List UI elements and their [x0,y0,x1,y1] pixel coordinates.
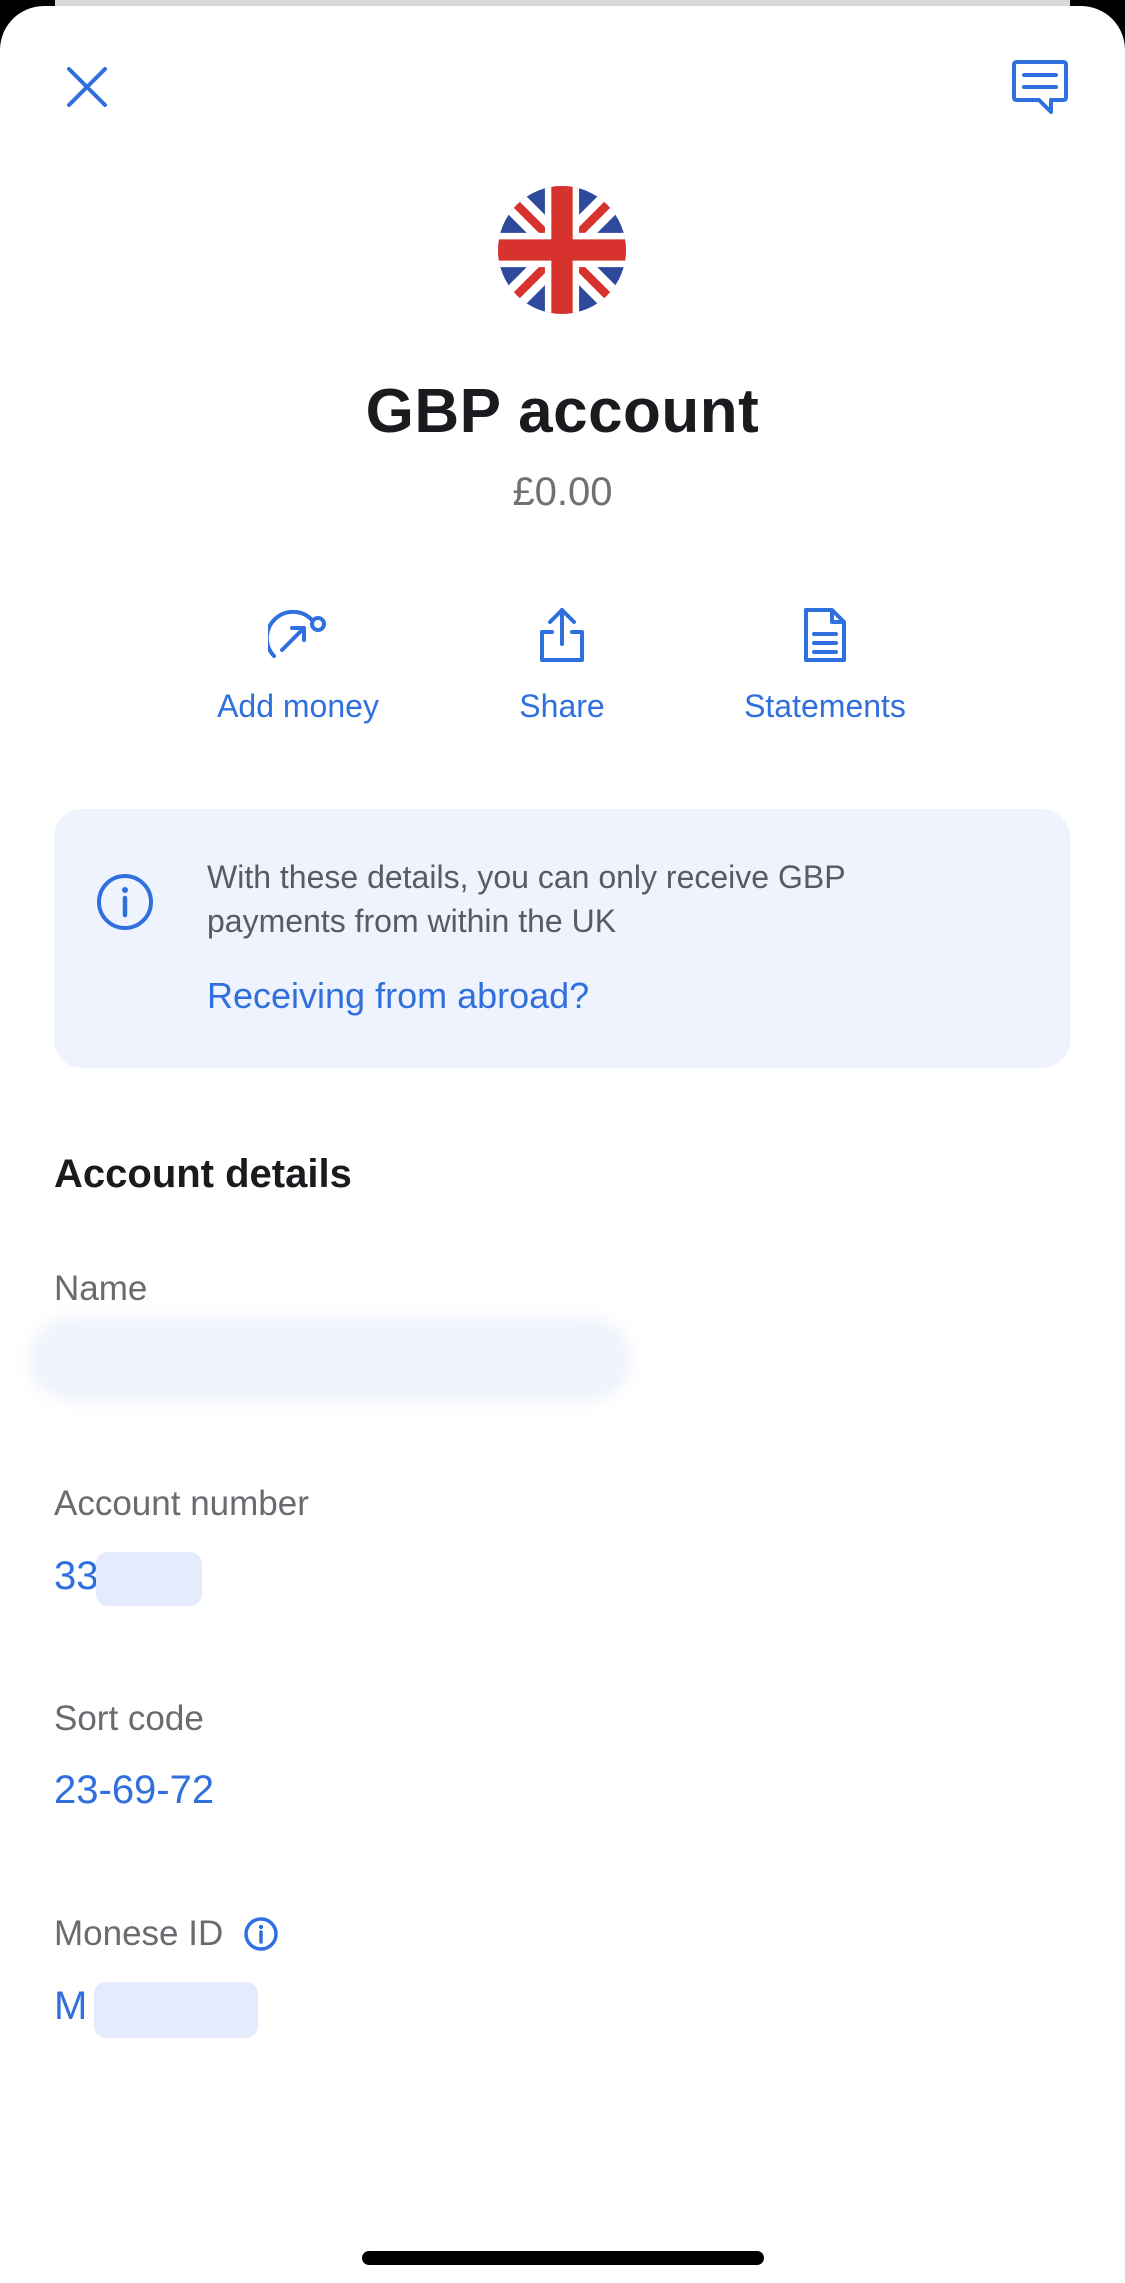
add-money-icon [268,610,326,658]
info-message: With these details, you can only receive… [207,859,845,939]
statements-button[interactable]: Statements [700,602,950,725]
chat-icon [1012,60,1068,114]
add-money-label: Add money [217,688,379,724]
info-icon [244,1917,278,1951]
account-number-redaction [96,1552,202,1606]
monese-id-info-button[interactable] [243,1916,279,1952]
share-label: Share [519,688,605,724]
account-number-start: 33 [54,1554,99,1598]
statements-icon [804,608,846,662]
share-icon [540,608,584,662]
account-title: GBP account [365,377,760,446]
add-money-button[interactable]: Add money [173,602,423,725]
account-balance: £0.00 [512,470,613,514]
name-label: Name [54,1269,148,1308]
uk-flag-icon [498,186,626,314]
share-button[interactable]: Share [437,602,687,725]
chat-button[interactable] [998,46,1082,128]
monese-id-redaction [94,1982,258,2038]
statements-label: Statements [744,688,906,724]
close-icon [67,67,107,107]
info-card: With these details, you can only receive… [54,809,1070,1068]
sort-code-label: Sort code [54,1699,204,1738]
account-sheet: GBP account £0.00 Add money Share Statem… [0,6,1125,2283]
monese-id-label: Monese ID [54,1914,224,1953]
info-icon [97,874,153,930]
close-button[interactable] [50,50,124,124]
receiving-from-abroad-link[interactable]: Receiving from abroad? [207,975,589,1017]
sort-code-value[interactable]: 23-69-72 [54,1768,214,1813]
home-indicator [362,2251,764,2265]
monese-id-label-row: Monese ID [54,1914,279,1954]
monese-id-start: M [54,1984,88,2028]
account-number-label: Account number [54,1484,309,1523]
name-value-redacted [30,1318,630,1400]
account-details-title: Account details [54,1152,352,1196]
